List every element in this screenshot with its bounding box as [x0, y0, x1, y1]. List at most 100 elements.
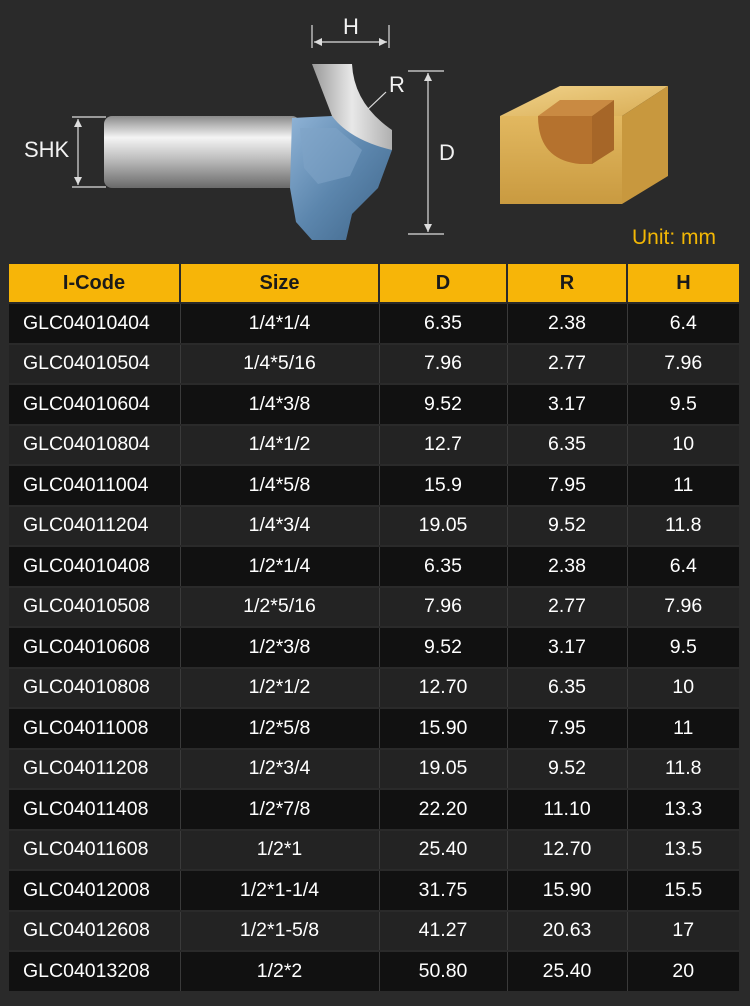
cell-h: 10	[627, 666, 739, 708]
cell-r: 15.90	[507, 869, 628, 911]
cell-icode: GLC04011208	[9, 747, 181, 789]
cell-icode: GLC04010604	[9, 383, 181, 425]
cell-r: 6.35	[507, 423, 628, 465]
cell-size: 1/4*3/8	[180, 383, 380, 425]
cell-d: 41.27	[379, 909, 508, 951]
cell-icode: GLC04010608	[9, 626, 181, 668]
cell-d: 15.9	[379, 464, 508, 506]
cell-h: 20	[627, 950, 739, 991]
cell-h: 15.5	[627, 869, 739, 911]
cell-r: 20.63	[507, 909, 628, 951]
cell-r: 7.95	[507, 707, 628, 749]
dimension-label-shk: SHK	[24, 137, 70, 162]
unit-label: Unit: mm	[632, 226, 716, 249]
table-row: GLC04011408 1/2*7/8 22.20 11.10 13.3	[9, 788, 739, 830]
cell-d: 19.05	[379, 504, 508, 546]
table-row: GLC04010408 1/2*1/4 6.35 2.38 6.4	[9, 545, 739, 587]
column-header-d: D	[379, 264, 508, 303]
cell-h: 11	[627, 707, 739, 749]
column-header-icode: I-Code	[9, 264, 181, 303]
cell-d: 7.96	[379, 342, 508, 384]
cell-icode: GLC04011608	[9, 828, 181, 870]
cell-r: 3.17	[507, 626, 628, 668]
cell-h: 13.5	[627, 828, 739, 870]
router-bit-illustration	[72, 25, 668, 240]
cell-icode: GLC04010408	[9, 545, 181, 587]
specification-table: I-Code Size D R H GLC04010404 1/4*1/4 6.35 2.38…	[9, 264, 739, 991]
cell-size: 1/2*5/16	[180, 585, 380, 627]
cell-h: 6.4	[627, 302, 739, 344]
table-row: GLC04012608 1/2*1-5/8 41.27 20.63 17	[9, 909, 739, 951]
cell-size: 1/2*3/4	[180, 747, 380, 789]
cell-h: 10	[627, 423, 739, 465]
cell-d: 22.20	[379, 788, 508, 830]
cell-d: 19.05	[379, 747, 508, 789]
column-header-h: H	[627, 264, 739, 303]
cell-size: 1/4*3/4	[180, 504, 380, 546]
cell-icode: GLC04010808	[9, 666, 181, 708]
cell-d: 12.70	[379, 666, 508, 708]
column-header-size: Size	[180, 264, 380, 303]
table-row: GLC04010504 1/4*5/16 7.96 2.77 7.96	[9, 342, 739, 384]
cell-d: 25.40	[379, 828, 508, 870]
table-row: GLC04011204 1/4*3/4 19.05 9.52 11.8	[9, 504, 739, 546]
cell-r: 2.77	[507, 585, 628, 627]
cell-icode: GLC04011004	[9, 464, 181, 506]
cell-h: 13.3	[627, 788, 739, 830]
cell-d: 31.75	[379, 869, 508, 911]
cell-size: 1/4*1/2	[180, 423, 380, 465]
cell-size: 1/2*2	[180, 950, 380, 991]
cell-icode: GLC04010504	[9, 342, 181, 384]
cell-r: 6.35	[507, 666, 628, 708]
cell-icode: GLC04011008	[9, 707, 181, 749]
cell-size: 1/2*1/2	[180, 666, 380, 708]
cell-d: 6.35	[379, 302, 508, 344]
cell-size: 1/4*5/8	[180, 464, 380, 506]
cell-d: 12.7	[379, 423, 508, 465]
cell-d: 9.52	[379, 626, 508, 668]
cell-size: 1/2*7/8	[180, 788, 380, 830]
cell-icode: GLC04010508	[9, 585, 181, 627]
cell-d: 9.52	[379, 383, 508, 425]
dimension-label-h: H	[343, 14, 359, 39]
table-row: GLC04010804 1/4*1/2 12.7 6.35 10	[9, 423, 739, 465]
cell-h: 7.96	[627, 585, 739, 627]
cell-r: 9.52	[507, 504, 628, 546]
table-row: GLC04011608 1/2*1 25.40 12.70 13.5	[9, 828, 739, 870]
cell-h: 9.5	[627, 383, 739, 425]
cell-d: 50.80	[379, 950, 508, 991]
cell-r: 2.77	[507, 342, 628, 384]
table-row: GLC04010508 1/2*5/16 7.96 2.77 7.96	[9, 585, 739, 627]
cell-size: 1/2*1/4	[180, 545, 380, 587]
table-row: GLC04013208 1/2*2 50.80 25.40 20	[9, 950, 739, 991]
cell-h: 11	[627, 464, 739, 506]
cell-icode: GLC04011204	[9, 504, 181, 546]
cell-r: 7.95	[507, 464, 628, 506]
cell-h: 11.8	[627, 504, 739, 546]
cell-r: 3.17	[507, 383, 628, 425]
cell-r: 2.38	[507, 302, 628, 344]
cell-icode: GLC04012008	[9, 869, 181, 911]
column-header-r: R	[507, 264, 628, 303]
cell-r: 2.38	[507, 545, 628, 587]
cell-size: 1/2*1	[180, 828, 380, 870]
cell-icode: GLC04011408	[9, 788, 181, 830]
table-row: GLC04010808 1/2*1/2 12.70 6.35 10	[9, 666, 739, 708]
dimension-label-r: R	[389, 72, 405, 97]
table-row: GLC04011208 1/2*3/4 19.05 9.52 11.8	[9, 747, 739, 789]
cell-icode: GLC04012608	[9, 909, 181, 951]
cell-icode: GLC04010804	[9, 423, 181, 465]
cell-size: 1/2*1-1/4	[180, 869, 380, 911]
cell-size: 1/4*5/16	[180, 342, 380, 384]
table-row: GLC04010608 1/2*3/8 9.52 3.17 9.5	[9, 626, 739, 668]
header-row: I-Code Size D R H	[9, 264, 739, 303]
cell-h: 7.96	[627, 342, 739, 384]
cell-size: 1/4*1/4	[180, 302, 380, 344]
table-body: GLC04010404 1/4*1/4 6.35 2.38 6.4 GLC04010504…	[9, 302, 739, 991]
cell-size: 1/2*5/8	[180, 707, 380, 749]
table-row: GLC04010604 1/4*3/8 9.52 3.17 9.5	[9, 383, 739, 425]
cell-r: 11.10	[507, 788, 628, 830]
cell-d: 6.35	[379, 545, 508, 587]
cell-icode: GLC04010404	[9, 302, 181, 344]
table-row: GLC04010404 1/4*1/4 6.35 2.38 6.4	[9, 302, 739, 344]
